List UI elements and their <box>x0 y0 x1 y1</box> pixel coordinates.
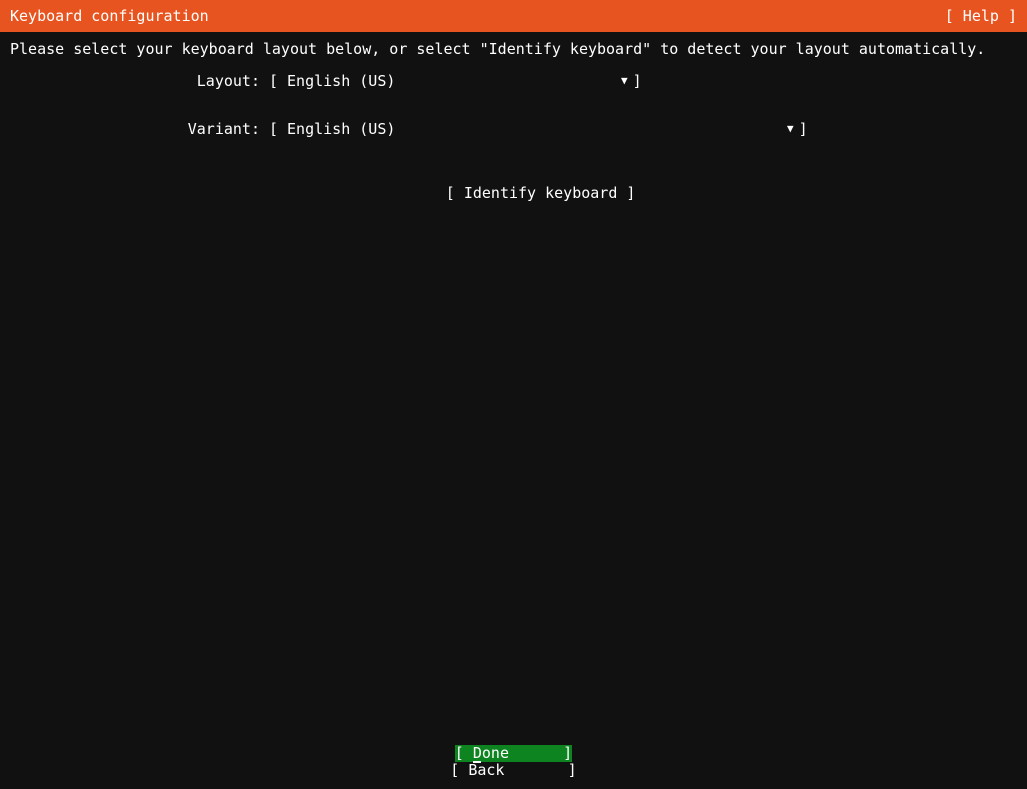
layout-open-bracket: [ <box>269 73 278 89</box>
footer-buttons: [ Done ] [ Back ] <box>0 745 1027 779</box>
done-prefix: [ <box>455 744 473 762</box>
instruction-text: Please select your keyboard layout below… <box>10 41 985 57</box>
layout-close-bracket: ] <box>633 73 642 89</box>
layout-value: English (US) <box>278 73 621 89</box>
back-button[interactable]: [ Back ] <box>450 762 576 779</box>
installer-screen: Keyboard configuration [ Help ] Please s… <box>0 0 1027 789</box>
layout-select[interactable]: [ English (US) ▼ ] <box>269 73 642 91</box>
identify-keyboard-row: [ Identify keyboard ] <box>0 169 1027 217</box>
variant-open-bracket: [ <box>269 121 278 137</box>
variant-field-row: Variant: [ English (US) ▼ ] <box>10 121 808 139</box>
page-title: Keyboard configuration <box>10 8 209 24</box>
identify-keyboard-button[interactable]: [ Identify keyboard ] <box>446 184 636 202</box>
variant-select[interactable]: [ English (US) ▼ ] <box>269 121 808 139</box>
layout-field-row: Layout: [ English (US) ▼ ] <box>10 73 642 91</box>
text-cursor: D <box>473 745 482 762</box>
done-button[interactable]: [ Done ] <box>455 745 572 762</box>
help-button[interactable]: [ Help ] <box>945 8 1017 24</box>
variant-close-bracket: ] <box>799 121 808 137</box>
title-bar: Keyboard configuration [ Help ] <box>0 0 1027 32</box>
chevron-down-icon: ▼ <box>787 121 794 137</box>
variant-label: Variant: <box>10 121 260 137</box>
done-label-rest: one <box>482 744 509 762</box>
main-content: Please select your keyboard layout below… <box>0 32 1027 789</box>
done-suffix: ] <box>509 744 572 762</box>
layout-label: Layout: <box>10 73 260 89</box>
variant-value: English (US) <box>278 121 787 137</box>
chevron-down-icon: ▼ <box>621 73 628 89</box>
